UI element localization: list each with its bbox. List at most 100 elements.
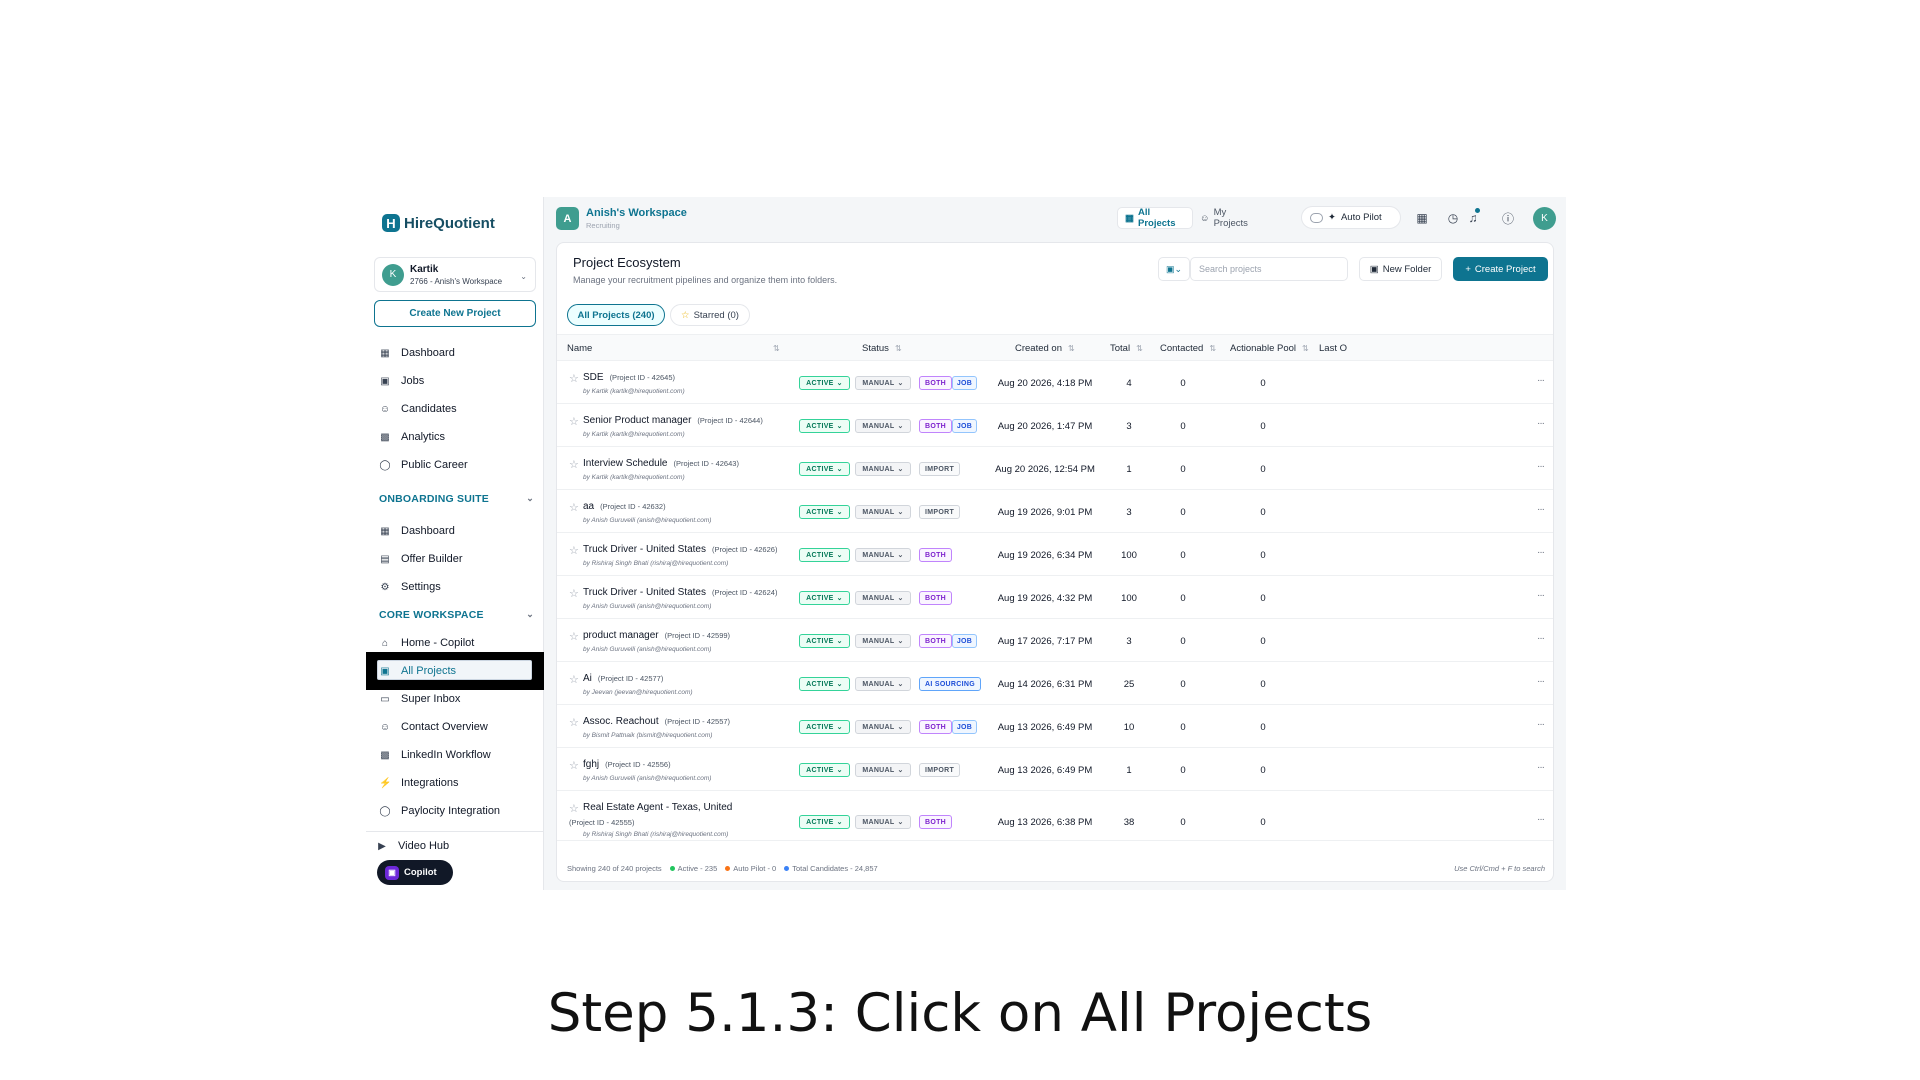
project-name[interactable]: aa (Project ID - 42632): [583, 501, 666, 512]
job-badge[interactable]: JOB: [952, 376, 977, 390]
more-options-icon[interactable]: ···: [1537, 547, 1545, 558]
column-header-total[interactable]: Total ⇅: [1110, 343, 1143, 354]
table-row[interactable]: ☆ Truck Driver - United States (Project ID…: [557, 576, 1553, 619]
star-icon[interactable]: ☆: [569, 458, 579, 471]
star-icon[interactable]: ☆: [569, 544, 579, 557]
sidebar-item-candidates[interactable]: ☺ Candidates: [366, 397, 544, 421]
sidebar-item-analytics[interactable]: ▩ Analytics: [366, 425, 544, 449]
more-options-icon[interactable]: ···: [1537, 418, 1545, 429]
copilot-button[interactable]: ▣ Copilot: [377, 860, 453, 885]
more-options-icon[interactable]: ···: [1537, 814, 1545, 825]
table-row[interactable]: ☆ Assoc. Reachout (Project ID - 42557) by B…: [557, 705, 1553, 748]
star-icon[interactable]: ☆: [569, 630, 579, 643]
sort-icon[interactable]: ⇅: [767, 343, 780, 354]
table-row[interactable]: ☆ Ai (Project ID - 42577) by Jeevan (jeevan…: [557, 662, 1553, 705]
column-header-last[interactable]: Last O: [1319, 343, 1347, 354]
mode-dropdown[interactable]: MANUAL ⌄: [855, 763, 911, 777]
mode-dropdown[interactable]: MANUAL ⌄: [855, 677, 911, 691]
more-options-icon[interactable]: ···: [1537, 590, 1545, 601]
project-name[interactable]: Senior Product manager (Project ID - 4264…: [583, 415, 763, 426]
calendar-icon[interactable]: ▦: [1413, 209, 1431, 227]
schedule-icon[interactable]: ◷: [1444, 209, 1462, 227]
new-folder-button[interactable]: ▣ New Folder: [1359, 257, 1442, 281]
star-icon[interactable]: ☆: [569, 802, 579, 815]
section-onboarding-suite[interactable]: ONBOARDING SUITE ⌄: [379, 493, 534, 505]
mode-dropdown[interactable]: MANUAL ⌄: [855, 591, 911, 605]
project-name[interactable]: product manager (Project ID - 42599): [583, 630, 730, 641]
sidebar-item-offer-builder[interactable]: ▤ Offer Builder: [366, 547, 544, 571]
job-badge[interactable]: JOB: [952, 419, 977, 433]
brand-logo[interactable]: H HireQuotient: [382, 214, 495, 232]
star-icon[interactable]: ☆: [569, 673, 579, 686]
star-icon[interactable]: ☆: [569, 501, 579, 514]
column-header-contacted[interactable]: Contacted ⇅: [1160, 343, 1216, 354]
status-dropdown[interactable]: ACTIVE ⌄: [799, 462, 850, 476]
sidebar-item-onboarding-dashboard[interactable]: ▦ Dashboard: [366, 519, 544, 543]
mode-dropdown[interactable]: MANUAL ⌄: [855, 548, 911, 562]
sidebar-item-settings[interactable]: ⚙ Settings: [366, 575, 544, 599]
status-dropdown[interactable]: ACTIVE ⌄: [799, 720, 850, 734]
more-options-icon[interactable]: ···: [1537, 375, 1545, 386]
status-dropdown[interactable]: ACTIVE ⌄: [799, 634, 850, 648]
tab-starred-filter[interactable]: ☆ Starred (0): [670, 304, 750, 326]
status-dropdown[interactable]: ACTIVE ⌄: [799, 548, 850, 562]
column-header-actionable[interactable]: Actionable Pool ⇅: [1230, 343, 1309, 354]
table-row[interactable]: ☆ product manager (Project ID - 42599) by A…: [557, 619, 1553, 662]
sidebar-item-dashboard[interactable]: ▦ Dashboard: [366, 341, 544, 365]
more-options-icon[interactable]: ···: [1537, 676, 1545, 687]
status-dropdown[interactable]: ACTIVE ⌄: [799, 763, 850, 777]
job-badge[interactable]: JOB: [952, 720, 977, 734]
mode-dropdown[interactable]: MANUAL ⌄: [855, 419, 911, 433]
sidebar-item-public-career[interactable]: ◯ Public Career: [366, 453, 544, 477]
sidebar-item-contact-overview[interactable]: ☺ Contact Overview: [366, 715, 544, 739]
table-row[interactable]: ☆ fghj (Project ID - 42556) by Anish Guruve…: [557, 748, 1553, 791]
star-icon[interactable]: ☆: [569, 716, 579, 729]
project-name[interactable]: fghj (Project ID - 42556): [583, 759, 671, 770]
mode-dropdown[interactable]: MANUAL ⌄: [855, 505, 911, 519]
sidebar-item-all-projects[interactable]: ▣ All Projects: [366, 659, 544, 683]
toggle-switch[interactable]: [1310, 212, 1323, 223]
star-icon[interactable]: ☆: [569, 587, 579, 600]
tab-all-projects[interactable]: ▦ All Projects: [1117, 207, 1193, 229]
mode-dropdown[interactable]: MANUAL ⌄: [855, 634, 911, 648]
sidebar-item-paylocity-integration[interactable]: ◯ Paylocity Integration: [366, 799, 544, 823]
status-dropdown[interactable]: ACTIVE ⌄: [799, 376, 850, 390]
more-options-icon[interactable]: ···: [1537, 719, 1545, 730]
status-dropdown[interactable]: ACTIVE ⌄: [799, 815, 850, 829]
workspace-avatar[interactable]: A: [556, 207, 579, 230]
status-dropdown[interactable]: ACTIVE ⌄: [799, 677, 850, 691]
tab-my-projects[interactable]: ☺ My Projects: [1193, 207, 1265, 229]
table-row[interactable]: ☆ Senior Product manager (Project ID - 426…: [557, 404, 1553, 447]
status-dropdown[interactable]: ACTIVE ⌄: [799, 591, 850, 605]
table-row[interactable]: ☆ SDE (Project ID - 42645) by Kartik (karti…: [557, 361, 1553, 404]
sidebar-item-super-inbox[interactable]: ▭ Super Inbox: [366, 687, 544, 711]
create-project-button[interactable]: + Create Project: [1453, 257, 1548, 281]
more-options-icon[interactable]: ···: [1537, 633, 1545, 644]
create-new-project-button[interactable]: Create New Project: [374, 300, 536, 327]
project-name[interactable]: Real Estate Agent - Texas, United: [583, 802, 732, 813]
status-dropdown[interactable]: ACTIVE ⌄: [799, 419, 850, 433]
workspace-title[interactable]: Anish's Workspace: [586, 207, 687, 219]
account-switcher[interactable]: K Kartik 2766 - Anish's Workspace ⌄: [374, 257, 536, 292]
help-icon[interactable]: ⓘ: [1499, 209, 1517, 227]
table-row[interactable]: ☆ aa (Project ID - 42632) by Anish Guruvell…: [557, 490, 1553, 533]
autopilot-toggle[interactable]: ✦ Auto Pilot: [1301, 206, 1401, 229]
mode-dropdown[interactable]: MANUAL ⌄: [855, 376, 911, 390]
mode-dropdown[interactable]: MANUAL ⌄: [855, 720, 911, 734]
column-header-name[interactable]: Name: [567, 343, 592, 354]
tab-all-projects-filter[interactable]: All Projects (240): [567, 304, 665, 326]
mode-dropdown[interactable]: MANUAL ⌄: [855, 462, 911, 476]
star-icon[interactable]: ☆: [569, 759, 579, 772]
column-header-created[interactable]: Created on ⇅: [1015, 343, 1075, 354]
project-name[interactable]: Assoc. Reachout (Project ID - 42557): [583, 716, 730, 727]
project-name[interactable]: Truck Driver - United States (Project ID …: [583, 587, 777, 598]
project-name[interactable]: Truck Driver - United States (Project ID …: [583, 544, 777, 555]
mode-dropdown[interactable]: MANUAL ⌄: [855, 815, 911, 829]
table-row[interactable]: ☆ Interview Schedule (Project ID - 42643) b…: [557, 447, 1553, 490]
project-name[interactable]: Ai (Project ID - 42577): [583, 673, 663, 684]
project-name[interactable]: SDE (Project ID - 42645): [583, 372, 675, 383]
sidebar-item-integrations[interactable]: ⚡ Integrations: [366, 771, 544, 795]
job-badge[interactable]: JOB: [952, 634, 977, 648]
sidebar-item-video-hub[interactable]: ▶ Video Hub: [366, 834, 541, 858]
status-dropdown[interactable]: ACTIVE ⌄: [799, 505, 850, 519]
